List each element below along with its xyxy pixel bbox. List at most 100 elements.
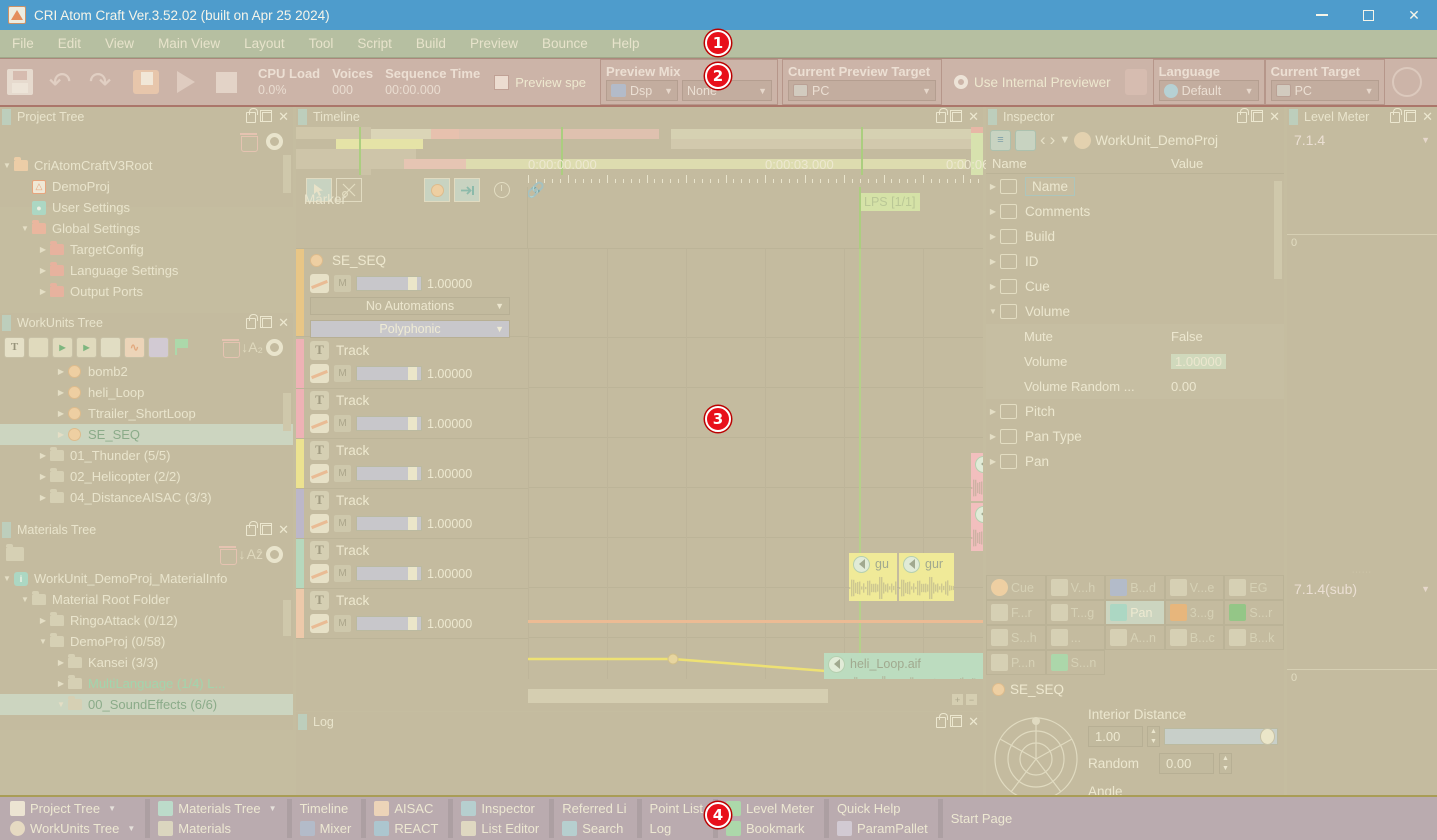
tree-item[interactable]: ▼ CriAtomCraftV3Root [0,155,293,176]
dock-tab-project-tree[interactable]: Project Tree ▼ [4,799,141,818]
interior-random-stepper[interactable]: ▲ ▼ [1219,753,1232,774]
tree-item[interactable]: ▶ Language Settings [0,260,293,281]
param-chip-pn[interactable]: P...n [986,650,1046,675]
inspector-row-value[interactable]: 1.00000 [1171,354,1226,369]
tree-item[interactable]: ▼ 00_SoundEffects (6/6) [0,694,293,715]
level-meter-bottom-select[interactable]: 7.1.4(sub) ▼ [1290,578,1434,600]
param-chip-pan[interactable]: Pan [1105,600,1165,625]
tree-item[interactable]: ▶ RingoAttack (0/12) [0,610,293,631]
chevron-right-icon[interactable]: ▶ [986,282,1000,291]
chevron-right-icon[interactable]: ▶ [986,207,1000,216]
lock-icon[interactable] [246,313,258,329]
menu-item-build[interactable]: Build [404,30,458,58]
param-chip-3g[interactable]: 3...g [1164,600,1225,625]
film-play-icon[interactable]: ▶ [52,336,73,358]
palette-icon[interactable] [148,336,169,358]
param-chip-sh[interactable]: S...h [986,625,1046,650]
tree-item[interactable]: ▶ Kansei (3/3) [0,652,293,673]
inspector-row[interactable]: ▶ Pan [986,449,1284,474]
inspector-row[interactable]: Volume Random ... 0.00 [986,374,1284,399]
track-volume-slider[interactable] [356,466,422,481]
close-button[interactable]: ✕ [1391,0,1437,30]
mute-button[interactable]: M [334,365,351,382]
float-panel-icon[interactable] [260,523,273,535]
tree-item[interactable]: ▶ 04_DistanceAISAC (3/3) [0,487,293,508]
pan-radar-widget[interactable] [986,711,1086,806]
current-preview-target-select[interactable]: PC ▼ [788,80,937,101]
interior-random-value[interactable]: 0.00 [1159,753,1214,774]
param-chip-tg[interactable]: T...g [1045,600,1106,625]
stop-button[interactable] [206,59,246,105]
dock-tab-quick-help[interactable]: Quick Help [831,799,934,818]
materials-tree-scrollbar[interactable] [283,600,291,636]
close-icon[interactable]: ✕ [1269,109,1280,125]
dock-tab-mixer[interactable]: Mixer [294,819,358,838]
level-meter-splitter[interactable]: ······ [1287,569,1437,576]
tree-item[interactable]: ▶ heli_Loop [0,382,293,403]
lock-icon[interactable] [246,520,258,536]
dock-tab-materials[interactable]: Materials [152,819,282,838]
mute-button[interactable]: M [334,565,351,582]
tree-item[interactable]: ▼ i WorkUnit_DemoProj_MaterialInfo [0,568,293,589]
timeline-marker[interactable]: LPS [1/1] [859,193,921,211]
chevron-right-icon[interactable]: ▶ [986,432,1000,441]
inspector-row[interactable]: ▶ Cue [986,274,1284,299]
chevron-down-icon[interactable]: ▼ [36,637,50,646]
inspector-row[interactable]: ▶ Pitch [986,399,1284,424]
timeline-clip[interactable]: bomb2.wav [971,453,983,501]
metronome-icon[interactable] [100,336,121,358]
chevron-down-icon[interactable]: ▼ [18,224,32,233]
timeline-ruler[interactable]: 0:00:00.000 0:00:03.000 0:00:06 [528,155,1003,187]
track-header[interactable]: T Track M 1.00000 [296,439,528,489]
float-panel-icon[interactable] [950,110,963,122]
menu-item-preview[interactable]: Preview [458,30,530,58]
chevron-down-icon[interactable]: ▼ [1059,134,1070,146]
param-chip-eg[interactable]: EG [1224,575,1284,600]
dock-tab-search[interactable]: Search [556,819,632,838]
close-icon[interactable]: ✕ [278,315,289,331]
chevron-down-icon[interactable]: ▼ [986,307,1000,316]
chevron-down-icon[interactable]: ▼ [0,574,14,583]
interior-distance-value[interactable]: 1.00 [1088,726,1143,747]
dock-tab-materials-tree[interactable]: Materials Tree ▼ [152,799,282,818]
chevron-right-icon[interactable]: ▶ [986,257,1000,266]
chevron-right-icon[interactable]: ▶ [54,367,68,376]
tree-item[interactable]: ▼ DemoProj (0/58) [0,631,293,652]
dock-tab-parampallet[interactable]: ParamPallet [831,819,934,838]
level-meter-top-select[interactable]: 7.1.4 ▼ [1290,129,1434,151]
timeline-clip[interactable]: heli_Loop.aif [824,653,983,679]
param-chip-fr[interactable]: F...r [986,600,1046,625]
float-panel-icon[interactable] [260,110,273,122]
tree-item[interactable]: ▶ SE_SEQ [0,424,293,445]
dock-tab-list-editor[interactable]: List Editor [455,819,545,838]
dock-tab-aisac[interactable]: AISAC [368,799,444,818]
dock-tab-start-page[interactable]: Start Page [945,809,1018,828]
timeline-canvas[interactable]: bomb2.wavbgugurcri_heli_Loop.aifheli_Loo… [528,249,983,679]
film-seq-icon[interactable]: ▶ [76,336,97,358]
float-panel-icon[interactable] [260,316,273,328]
maximize-button[interactable] [1345,0,1391,30]
trash-icon[interactable] [222,338,241,358]
previewer-settings-icon[interactable] [1119,59,1153,105]
tree-item[interactable]: ▼ Material Root Folder [0,589,293,610]
timeline-clip[interactable]: gu [849,553,897,601]
forward-arrow-icon[interactable]: › [1050,130,1056,150]
menu-item-bounce[interactable]: Bounce [530,30,600,58]
chevron-right-icon[interactable]: ▶ [36,245,50,254]
automation-icon[interactable] [310,274,329,293]
dock-tab-react[interactable]: REACT [368,819,444,838]
close-icon[interactable]: ✕ [278,109,289,125]
dock-tab-referred-li[interactable]: Referred Li [556,799,632,818]
timeline-hscrollbar[interactable] [528,689,828,703]
chevron-right-icon[interactable]: ▶ [986,457,1000,466]
tree-item[interactable]: △ DemoProj [0,176,293,197]
timeline-zoom-controls[interactable]: + − [952,694,977,705]
inspector-scrollbar[interactable] [1274,181,1282,279]
menu-item-view[interactable]: View [93,30,146,58]
trash-icon[interactable] [240,132,258,152]
inspector-row[interactable]: Volume 1.00000 [986,349,1284,374]
list-view-icon[interactable]: ≡ [990,129,1011,151]
inspector-row[interactable]: ▶ Name [986,174,1284,199]
sort-az-icon[interactable]: ↓A₂ [241,339,263,355]
automation-icon[interactable] [310,564,329,583]
